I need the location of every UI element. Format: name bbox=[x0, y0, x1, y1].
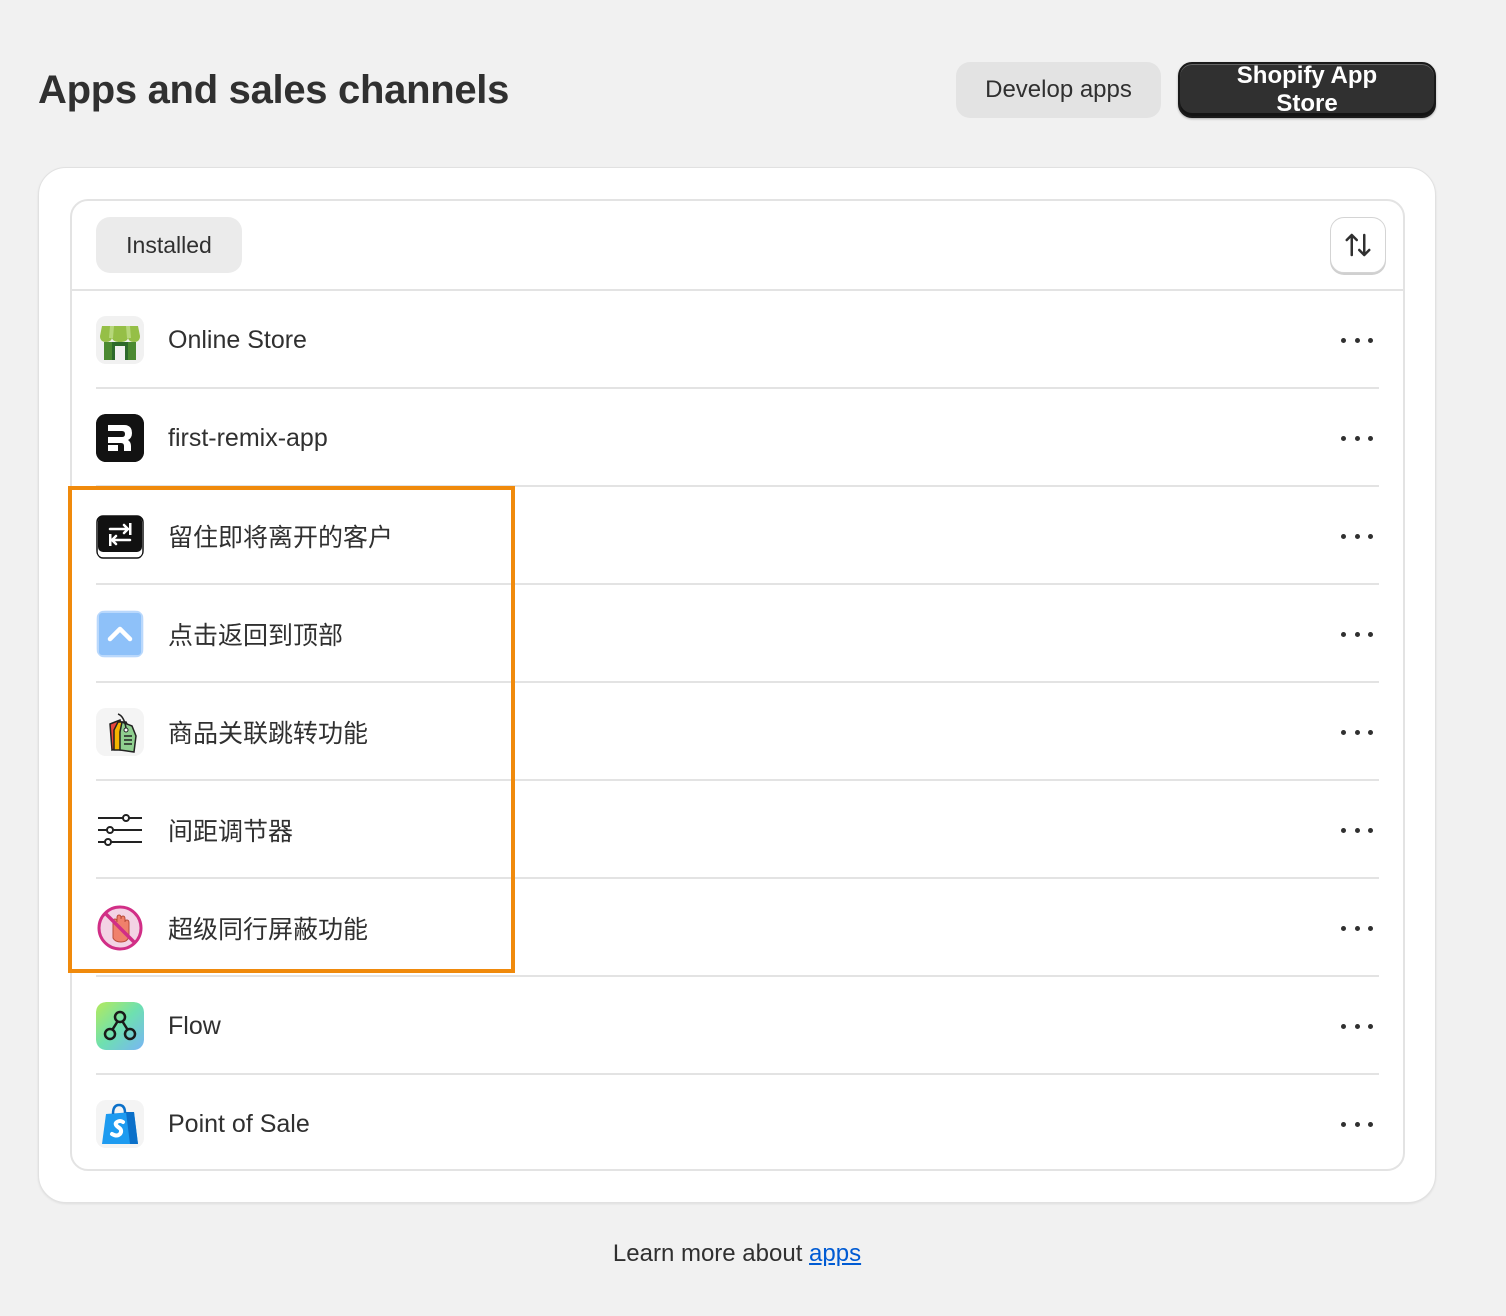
more-actions-button[interactable] bbox=[1339, 1112, 1375, 1136]
apps-list-container: Installed Online Store first-remix-app 留… bbox=[70, 199, 1405, 1171]
dot-icon bbox=[1354, 435, 1360, 441]
more-actions-button[interactable] bbox=[1339, 328, 1375, 352]
develop-apps-button[interactable]: Develop apps bbox=[956, 62, 1161, 118]
remix-icon bbox=[96, 414, 144, 462]
dot-icon bbox=[1354, 337, 1360, 343]
app-name: 点击返回到顶部 bbox=[168, 622, 344, 650]
dot-icon bbox=[1354, 729, 1360, 735]
more-actions-button[interactable] bbox=[1339, 622, 1375, 646]
app-row-point-of-sale[interactable]: Point of Sale bbox=[72, 1075, 1403, 1169]
tab-bar: Installed bbox=[72, 201, 1403, 291]
product-tag-icon bbox=[96, 708, 144, 756]
sort-button[interactable] bbox=[1330, 217, 1386, 273]
app-name: Flow bbox=[168, 1011, 221, 1040]
dot-icon bbox=[1341, 533, 1346, 539]
apps-link[interactable]: apps bbox=[809, 1240, 861, 1267]
app-row-online-store[interactable]: Online Store bbox=[72, 291, 1403, 389]
footer-text: Learn more about bbox=[612, 1240, 803, 1267]
block-hand-icon bbox=[96, 904, 144, 952]
app-row-product-link[interactable]: 商品关联跳转功能 bbox=[72, 683, 1403, 781]
app-name: Point of Sale bbox=[168, 1109, 310, 1138]
dot-icon bbox=[1341, 435, 1346, 441]
app-name: Online Store bbox=[168, 325, 307, 354]
dot-icon bbox=[1368, 631, 1373, 637]
online-store-icon bbox=[96, 316, 144, 364]
dot-icon bbox=[1341, 827, 1346, 833]
more-actions-button[interactable] bbox=[1339, 720, 1375, 744]
tab-installed[interactable]: Installed bbox=[96, 217, 242, 273]
exit-intent-icon bbox=[96, 512, 144, 560]
app-row-flow[interactable]: Flow bbox=[72, 977, 1403, 1075]
app-row-first-remix-app[interactable]: first-remix-app bbox=[72, 389, 1403, 487]
dot-icon bbox=[1368, 435, 1373, 441]
app-row-back-to-top[interactable]: 点击返回到顶部 bbox=[72, 585, 1403, 683]
app-name: first-remix-app bbox=[168, 423, 328, 452]
more-actions-button[interactable] bbox=[1339, 426, 1375, 450]
dot-icon bbox=[1368, 729, 1373, 735]
app-name: 间距调节器 bbox=[168, 818, 294, 846]
footer-learn-more: Learn more about apps bbox=[0, 1240, 1474, 1268]
apps-card: Installed Online Store first-remix-app 留… bbox=[38, 167, 1436, 1203]
shopify-app-store-button[interactable]: Shopify App Store bbox=[1178, 62, 1436, 118]
dot-icon bbox=[1368, 1121, 1373, 1127]
more-actions-button[interactable] bbox=[1339, 818, 1375, 842]
app-row-competitor-block[interactable]: 超级同行屏蔽功能 bbox=[72, 879, 1403, 977]
flow-icon bbox=[96, 1002, 144, 1050]
dot-icon bbox=[1341, 925, 1346, 931]
app-row-spacing-adjuster[interactable]: 间距调节器 bbox=[72, 781, 1403, 879]
dot-icon bbox=[1354, 533, 1360, 539]
page-title: Apps and sales channels bbox=[38, 67, 510, 112]
dot-icon bbox=[1354, 1023, 1360, 1029]
dot-icon bbox=[1354, 925, 1360, 931]
dot-icon bbox=[1354, 1121, 1360, 1127]
dot-icon bbox=[1341, 1121, 1346, 1127]
page-header: Apps and sales channels Develop apps Sho… bbox=[38, 62, 1436, 118]
dot-icon bbox=[1354, 827, 1360, 833]
app-name: 留住即将离开的客户 bbox=[168, 524, 394, 552]
dot-icon bbox=[1368, 337, 1373, 343]
more-actions-button[interactable] bbox=[1339, 524, 1375, 548]
header-actions: Develop apps Shopify App Store bbox=[956, 62, 1436, 118]
dot-icon bbox=[1368, 1023, 1373, 1029]
more-actions-button[interactable] bbox=[1339, 1014, 1375, 1038]
dot-icon bbox=[1368, 827, 1373, 833]
back-to-top-icon bbox=[96, 610, 144, 658]
app-name: 超级同行屏蔽功能 bbox=[168, 916, 369, 944]
dot-icon bbox=[1341, 1023, 1346, 1029]
app-name: 商品关联跳转功能 bbox=[168, 720, 369, 748]
dot-icon bbox=[1368, 533, 1373, 539]
dot-icon bbox=[1368, 925, 1373, 931]
dot-icon bbox=[1354, 631, 1360, 637]
shopify-bag-icon bbox=[96, 1100, 144, 1148]
dot-icon bbox=[1341, 631, 1346, 637]
sliders-icon bbox=[96, 806, 144, 854]
more-actions-button[interactable] bbox=[1339, 916, 1375, 940]
sort-arrows-icon bbox=[1345, 233, 1371, 257]
dot-icon bbox=[1341, 337, 1346, 343]
dot-icon bbox=[1341, 729, 1346, 735]
app-row-exit-intent[interactable]: 留住即将离开的客户 bbox=[72, 487, 1403, 585]
